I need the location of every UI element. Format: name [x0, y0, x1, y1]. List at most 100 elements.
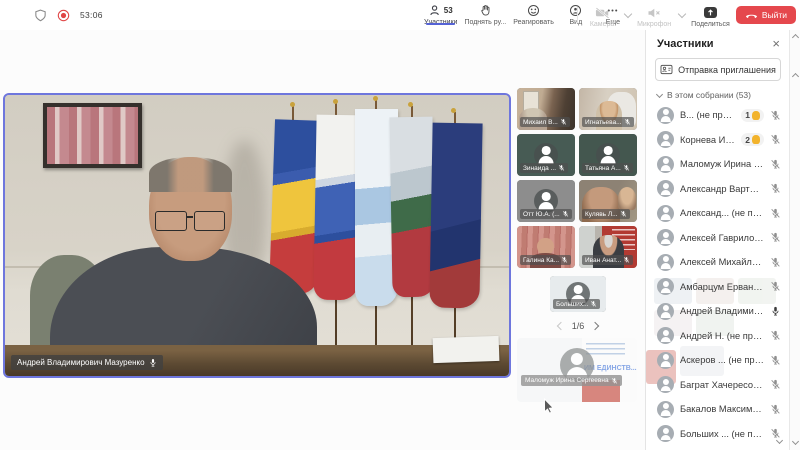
share-label: Поделиться	[691, 21, 730, 28]
panel-header: Участники ×	[646, 30, 790, 54]
speaker-name-label: Андрей Владимирович Мазуренко	[11, 355, 163, 370]
video-thumbnail[interactable]: Больших...	[550, 276, 606, 312]
video-thumbnail[interactable]: Отт Ю.А. (...	[517, 180, 575, 222]
participant-name: Больших ... (не проверено)	[680, 429, 764, 439]
participant-name: Аскеров ... (не проверено)	[680, 355, 764, 365]
mic-muted-icon[interactable]	[770, 404, 781, 415]
participant-row[interactable]: Андрей Н. (не проверено)	[646, 324, 790, 349]
camera-button[interactable]: Камера	[587, 2, 617, 28]
active-tab-underline	[426, 23, 455, 26]
participant-row[interactable]: Маломуж Ирина Сергее...	[646, 152, 790, 177]
participant-name: Александр Вартанович Ч...	[680, 184, 764, 194]
react-button[interactable]: Реагировать	[513, 0, 554, 26]
participant-row[interactable]: Баграт Хачересович Куль...	[646, 373, 790, 398]
participant-name: В... (не проверено)	[680, 110, 735, 120]
leave-button[interactable]: Выйти	[736, 6, 796, 24]
mic-muted-icon	[561, 256, 568, 264]
participant-row[interactable]: Буданова Ирина Юрьевна	[646, 446, 790, 450]
mic-button[interactable]: Микрофон	[637, 2, 671, 28]
leave-label: Выйти	[762, 10, 787, 20]
mic-muted-icon[interactable]	[770, 330, 781, 341]
avatar	[657, 107, 674, 124]
scroll-down-icon[interactable]	[792, 438, 799, 445]
mic-muted-icon[interactable]	[770, 183, 781, 194]
mic-muted-icon[interactable]	[770, 110, 781, 121]
thumbnail-name-label: Больших...	[553, 299, 600, 309]
mic-muted-icon	[611, 377, 618, 385]
section-in-this-meeting[interactable]: В этом собрании (53)	[657, 90, 779, 100]
avatar	[657, 327, 674, 344]
participant-row[interactable]: Корнева Ирина ... 2	[646, 128, 790, 153]
raise-hand-label: Поднять ру...	[464, 19, 506, 26]
participant-name: Маломуж Ирина Сергее...	[680, 159, 764, 169]
mic-on-icon[interactable]	[770, 306, 781, 317]
participant-row[interactable]: Андрей Владимирович ...	[646, 299, 790, 324]
chevron-down-icon	[656, 90, 663, 97]
thumbnail-name: Больших...	[556, 301, 588, 308]
mic-muted-icon[interactable]	[770, 355, 781, 366]
video-thumbnail[interactable]: Иван Анат...	[579, 226, 637, 268]
share-button[interactable]: Поделиться	[691, 2, 730, 28]
share-icon	[704, 7, 717, 18]
pager-page-indicator: 1/6	[572, 321, 585, 331]
raise-hand-button[interactable]: Поднять ру...	[464, 0, 506, 26]
thumbnail-name-label: Маломуж Ирина Сергеевна	[521, 375, 622, 386]
video-thumbnail[interactable]: Кулявь Л...	[579, 180, 637, 222]
record-icon[interactable]	[57, 9, 70, 22]
mic-muted-icon[interactable]	[770, 159, 781, 170]
send-invite-button[interactable]: Отправка приглашения	[655, 58, 781, 81]
participant-row[interactable]: Алексей Гаврилович Плу...	[646, 226, 790, 251]
mouse-cursor	[543, 398, 555, 415]
participant-name: Бакалов Максим Владим...	[680, 404, 764, 414]
video-thumbnail[interactable]: Михаил В...	[517, 88, 575, 130]
participant-name: Корнева Ирина ...	[680, 135, 735, 145]
camera-chevron-icon[interactable]	[624, 10, 632, 18]
panel-scroll-up-icon[interactable]	[792, 73, 799, 80]
mic-muted-icon[interactable]	[770, 379, 781, 390]
thumbnail-name-label: Михаил В...	[520, 117, 570, 127]
participant-row[interactable]: Больших ... (не проверено)	[646, 422, 790, 447]
video-thumbnail[interactable]: Игнатьева...	[579, 88, 637, 130]
raised-hand-badge: 1	[741, 109, 764, 122]
participant-row[interactable]: Амбарцум Ервандович Х...	[646, 275, 790, 300]
close-icon[interactable]: ×	[772, 39, 780, 49]
react-label: Реагировать	[513, 19, 554, 26]
avatar	[657, 303, 674, 320]
thumbnail-name-label: Галина Ка...	[520, 255, 571, 265]
mic-muted-icon[interactable]	[770, 428, 781, 439]
participant-row[interactable]: Александ... (не проверено)	[646, 201, 790, 226]
mic-muted-icon[interactable]	[770, 134, 781, 145]
panel-title: Участники	[657, 38, 714, 50]
scroll-up-icon[interactable]	[792, 34, 799, 41]
faded-thumbnail[interactable]: ИМ ЕДИНСТВ... Маломуж Ирина Сергеевна	[517, 338, 637, 402]
thumbnail-name-label: Отт Ю.А. (...	[520, 209, 572, 219]
participant-row[interactable]: Алексей Михайлович Ля...	[646, 250, 790, 275]
avatar	[657, 401, 674, 418]
mic-muted-icon[interactable]	[770, 208, 781, 219]
pager-next-icon[interactable]	[591, 322, 599, 330]
main-speaker-video[interactable]: Андрей Владимирович Мазуренко	[3, 93, 511, 378]
participant-row[interactable]: В... (не проверено) 1	[646, 103, 790, 128]
video-thumbnail[interactable]: Зинаида ...	[517, 134, 575, 176]
shield-icon[interactable]	[34, 9, 47, 22]
avatar	[657, 205, 674, 222]
video-thumbnail[interactable]: Галина Ка...	[517, 226, 575, 268]
thumbnail-grid: Михаил В... Игнатьева... Зинаида ... Тат…	[517, 88, 639, 312]
mic-muted-icon[interactable]	[770, 281, 781, 292]
pager-prev-icon[interactable]	[556, 322, 564, 330]
participant-name: Баграт Хачересович Куль...	[680, 380, 764, 390]
mic-chevron-icon[interactable]	[678, 10, 686, 18]
speaker-muted-icon	[647, 7, 661, 19]
participant-name: Александ... (не проверено)	[680, 208, 764, 218]
mic-muted-icon[interactable]	[770, 257, 781, 268]
participant-row[interactable]: Бакалов Максим Владим...	[646, 397, 790, 422]
mic-muted-icon	[623, 256, 630, 264]
participant-row[interactable]: Аскеров ... (не проверено)	[646, 348, 790, 373]
window-scrollbar[interactable]	[789, 30, 800, 450]
video-thumbnail[interactable]: Татьяна А...	[579, 134, 637, 176]
participant-row[interactable]: Александр Вартанович Ч...	[646, 177, 790, 202]
mic-muted-icon[interactable]	[770, 232, 781, 243]
avatar	[657, 376, 674, 393]
participants-button[interactable]: 53 Участники	[424, 0, 457, 26]
mic-muted-icon	[590, 300, 597, 308]
